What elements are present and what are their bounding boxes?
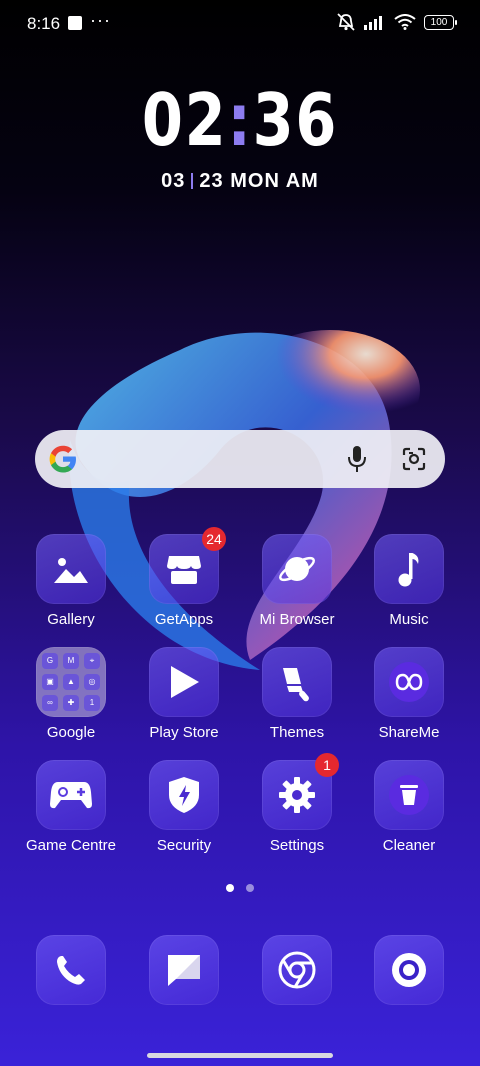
folder-mini-icon: ⌖ (84, 653, 100, 669)
dock-chrome[interactable] (237, 935, 357, 1005)
app-label: Music (389, 611, 429, 628)
lock-clock: 02:36 (43, 78, 437, 162)
app-mi-browser[interactable]: Mi Browser (237, 534, 357, 628)
date-right: 23 MON AM (199, 170, 319, 192)
page-dot[interactable] (246, 884, 254, 892)
phone-icon (36, 935, 106, 1005)
notification-badge: 24 (202, 527, 226, 551)
folder-mini-icon: M (63, 653, 79, 669)
app-label: GetApps (154, 611, 214, 628)
paintbrush-icon (262, 647, 332, 717)
app-label: Game Centre (25, 837, 117, 854)
clock-colon: : (227, 78, 253, 162)
folder-mini-icon: ▣ (42, 674, 58, 690)
date-separator (191, 173, 194, 189)
app-label: ShareMe (378, 724, 440, 741)
signal-icon (364, 16, 382, 30)
dock-phone[interactable] (11, 935, 131, 1005)
app-label: Gallery (47, 611, 95, 628)
app-label: Play Store (149, 724, 219, 741)
infinity-icon (374, 647, 444, 717)
mic-icon[interactable] (345, 444, 369, 474)
google-lens-icon[interactable] (401, 446, 427, 472)
camera-icon (374, 935, 444, 1005)
trash-icon (374, 760, 444, 830)
dock-camera[interactable] (349, 935, 469, 1005)
status-time: 8:16 (27, 14, 61, 33)
app-label: Google (46, 724, 96, 741)
app-music[interactable]: Music (349, 534, 469, 628)
folder-mini-icon: ▲ (63, 674, 79, 690)
more-notifications-icon: ··· (90, 10, 111, 30)
clock-hour: 02 (141, 78, 228, 162)
folder-mini-icon: 1 (84, 695, 100, 711)
gallery-icon (36, 534, 106, 604)
page-indicator (226, 884, 254, 892)
app-gallery[interactable]: Gallery (11, 534, 131, 628)
page-dot-active[interactable] (226, 884, 234, 892)
gamepad-icon (36, 760, 106, 830)
app-getapps[interactable]: 24 GetApps (124, 527, 244, 628)
app-label: Themes (269, 724, 325, 741)
status-bar: 8:16 ··· 100 (0, 0, 480, 48)
folder-mini-icon: G (42, 653, 58, 669)
mute-icon (337, 13, 355, 31)
clock-date: 03 23 MON AM (0, 170, 480, 193)
app-google-folder[interactable]: G M ⌖ ▣ ▲ ◎ ∞ ✚ 1 Google (11, 647, 131, 741)
google-folder-icon: G M ⌖ ▣ ▲ ◎ ∞ ✚ 1 (36, 647, 106, 717)
battery-icon: 100 (424, 14, 457, 30)
app-shareme[interactable]: ShareMe (349, 647, 469, 741)
dock-messages[interactable] (124, 935, 244, 1005)
messages-icon (149, 935, 219, 1005)
app-label: Settings (269, 837, 325, 854)
date-left: 03 (161, 170, 186, 192)
folder-mini-icon: ◎ (84, 674, 100, 690)
browser-planet-icon (262, 534, 332, 604)
notification-badge: 1 (315, 753, 339, 777)
music-note-icon (374, 534, 444, 604)
clock-minute: 36 (252, 78, 339, 162)
app-game-centre[interactable]: Game Centre (11, 760, 131, 854)
app-settings[interactable]: 1 Settings (237, 753, 357, 854)
google-logo-icon (49, 445, 76, 473)
play-triangle-icon (149, 647, 219, 717)
wifi-icon (394, 14, 416, 30)
gesture-nav-bar[interactable] (147, 1053, 333, 1058)
google-search-bar[interactable] (35, 430, 445, 488)
app-label: Security (156, 837, 212, 854)
shield-bolt-icon (149, 760, 219, 830)
chrome-icon (262, 935, 332, 1005)
notification-icon (68, 16, 82, 30)
app-security[interactable]: Security (124, 760, 244, 854)
app-label: Mi Browser (259, 611, 335, 628)
getapps-icon: 24 (149, 527, 226, 604)
gear-icon: 1 (262, 753, 339, 830)
app-themes[interactable]: Themes (237, 647, 357, 741)
folder-mini-icon: ✚ (63, 695, 79, 711)
app-play-store[interactable]: Play Store (124, 647, 244, 741)
app-cleaner[interactable]: Cleaner (349, 760, 469, 854)
folder-mini-icon: ∞ (42, 695, 58, 711)
app-label: Cleaner (382, 837, 436, 854)
